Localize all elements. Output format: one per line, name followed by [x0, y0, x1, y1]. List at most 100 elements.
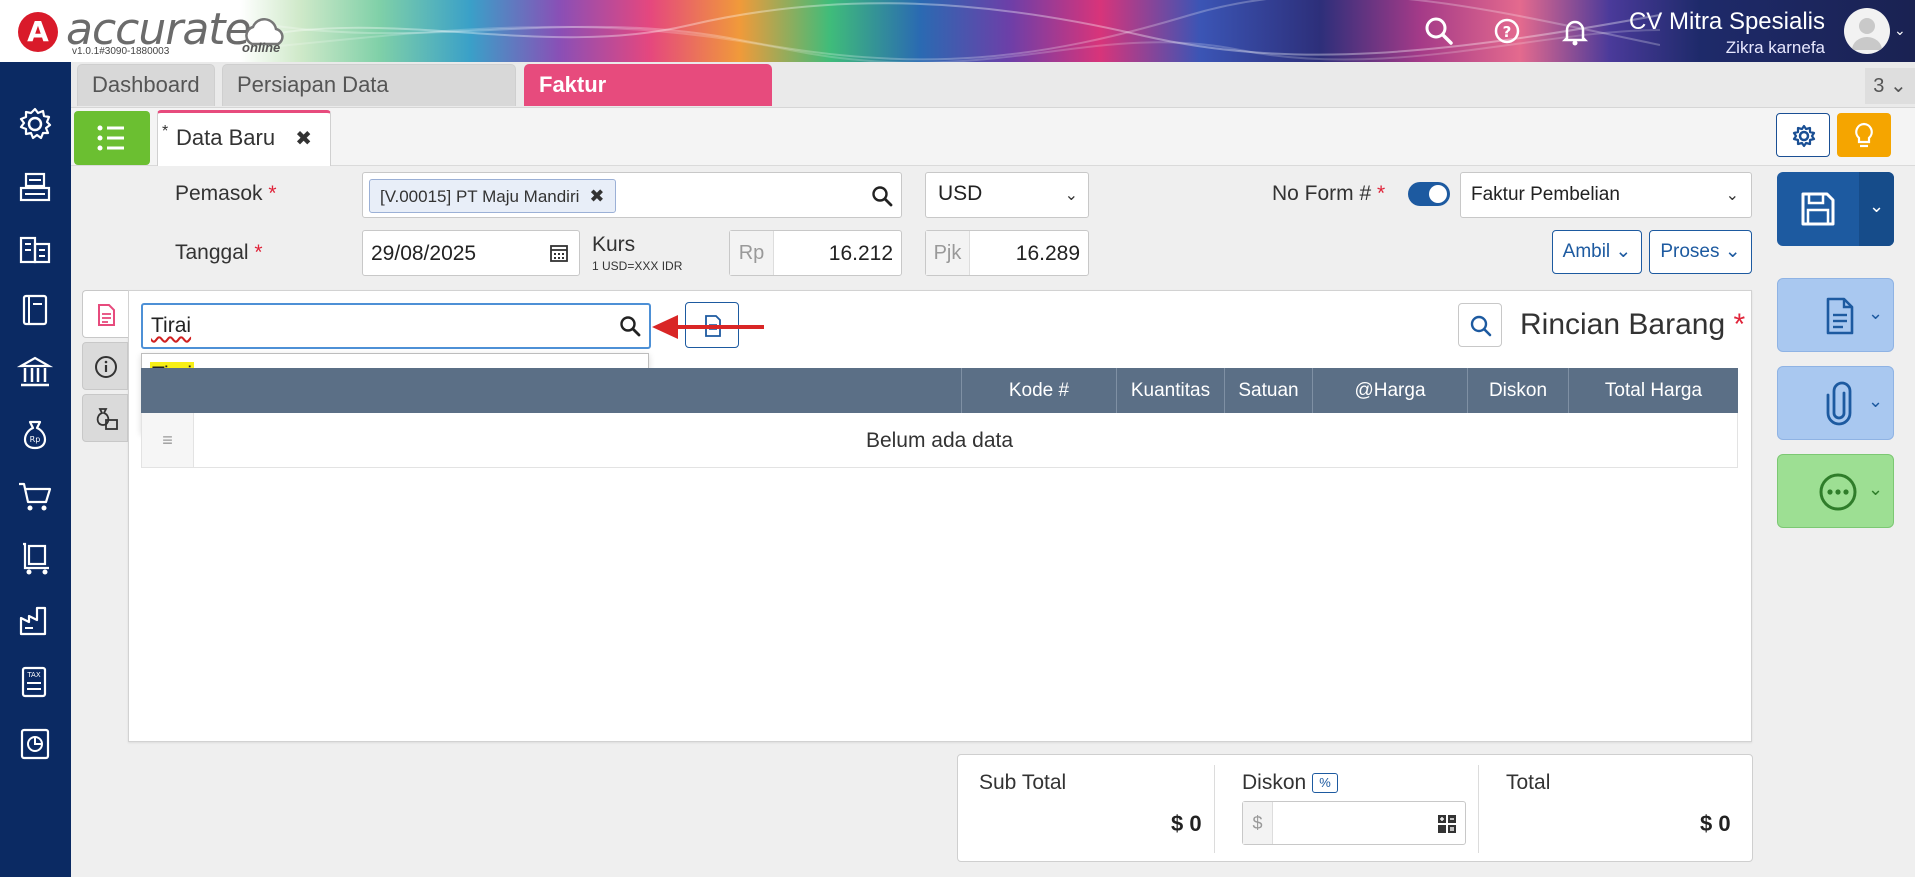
factory-icon[interactable] [15, 600, 55, 640]
chevron-down-icon[interactable]: ⌄ [1894, 22, 1906, 39]
column-header-diskon[interactable]: Diskon [1467, 368, 1568, 413]
label-text: Pemasok [175, 182, 263, 205]
column-header-harga[interactable]: @Harga [1312, 368, 1467, 413]
print-document-button[interactable]: ⌄ [1777, 278, 1894, 352]
list-icon [97, 125, 124, 151]
calendar-icon[interactable] [549, 243, 569, 263]
column-header-total-harga[interactable]: Total Harga [1568, 368, 1738, 413]
kurs-label: Kurs [592, 233, 636, 256]
svg-text:TAX: TAX [26, 671, 41, 679]
sidebar: Rp TAX [0, 62, 71, 877]
title-text: Rincian Barang [1520, 308, 1726, 341]
search-icon[interactable] [1420, 12, 1458, 50]
accurate-logo[interactable]: A accurate online v1.0.1#3090-1880003 [18, 4, 290, 58]
help-icon[interactable]: ? [1488, 12, 1526, 50]
cart-icon[interactable] [15, 476, 55, 516]
calculator-icon[interactable] [1437, 814, 1457, 834]
tab-dashboard[interactable]: Dashboard [77, 64, 215, 106]
pemasok-field[interactable]: [V.00015] PT Maju Mandiri ✖ [362, 172, 902, 218]
proses-button[interactable]: Proses ⌄ [1649, 230, 1752, 274]
svg-text:Rp: Rp [30, 435, 41, 444]
more-actions-button[interactable]: ⌄ [1777, 454, 1894, 528]
auto-number-toggle[interactable] [1408, 182, 1450, 206]
company-info[interactable]: CV Mitra Spesialis Zikra karnefa [1629, 8, 1825, 58]
document-icon [1826, 297, 1854, 335]
gear-icon[interactable] [15, 104, 55, 144]
close-icon[interactable]: ✖ [295, 128, 312, 150]
form-settings-button[interactable] [1776, 113, 1830, 157]
rp-prefix: Rp [730, 231, 774, 275]
user-name: Zikra karnefa [1725, 38, 1825, 57]
tab-biaya[interactable] [82, 394, 128, 442]
chevron-down-icon: ⌄ [1869, 196, 1885, 216]
chevron-down-icon: ⌄ [1064, 187, 1078, 204]
item-search-value: Tirai [151, 314, 192, 337]
tips-button[interactable] [1837, 113, 1891, 157]
tanggal-input[interactable]: 29/08/2025 [362, 230, 580, 276]
money-bag-icon[interactable]: Rp [15, 414, 55, 454]
button-label: Proses [1660, 241, 1720, 262]
tab-count-dropdown[interactable]: 3 ⌄ [1865, 68, 1915, 104]
save-button[interactable]: ⌄ [1777, 172, 1894, 246]
bell-icon[interactable] [1556, 12, 1594, 50]
tab-info[interactable] [82, 342, 128, 390]
column-header-satuan[interactable]: Satuan [1224, 368, 1312, 413]
gear-icon [1792, 124, 1816, 148]
more-icon [1819, 473, 1857, 511]
list-view-button[interactable] [74, 111, 150, 165]
logo-sub: online [242, 40, 281, 55]
tab-faktur-pembelian[interactable]: Faktur Pembelian✖ [524, 64, 772, 138]
kurs-rp-input[interactable]: Rp 16.212 [729, 230, 902, 276]
attachment-button[interactable]: ⌄ [1777, 366, 1894, 440]
rincian-search-button[interactable] [1458, 303, 1502, 347]
table-empty-row: ≡ Belum ada data [141, 413, 1738, 468]
items-table-header: Kode # Kuantitas Satuan @Harga Diskon To… [141, 368, 1738, 413]
report-chart-icon[interactable] [15, 724, 55, 764]
avatar[interactable] [1844, 8, 1890, 54]
remove-chip-icon[interactable]: ✖ [589, 186, 604, 206]
tax-document-icon[interactable]: TAX [15, 662, 55, 702]
kurs-pjk-input[interactable]: Pjk 16.289 [925, 230, 1089, 276]
book-icon[interactable] [15, 290, 55, 330]
tab-persiapan-data[interactable]: Persiapan Data Perusahaan [222, 64, 516, 137]
cash-register-icon[interactable] [15, 166, 55, 206]
subtab-data-baru[interactable]: * Data Baru ✖ [157, 110, 331, 166]
rp-value: 16.212 [828, 242, 893, 265]
building-icon[interactable] [15, 228, 55, 268]
search-icon[interactable] [619, 315, 641, 337]
totals-panel: Sub Total $ 0 Diskon% $ Total $ 0 [957, 754, 1753, 862]
diskon-percent-toggle[interactable]: % [1312, 773, 1338, 794]
tanggal-label: Tanggal * [175, 241, 263, 265]
subtotal-value: $ 0 [1171, 811, 1202, 836]
button-label: Ambil [1562, 241, 1611, 262]
bank-icon[interactable] [15, 352, 55, 392]
tab-rincian-barang[interactable] [82, 290, 128, 338]
save-options-button[interactable]: ⌄ [1859, 172, 1894, 246]
chevron-down-icon: ⌄ [1610, 241, 1632, 262]
form-type-select[interactable]: Faktur Pembelian ⌄ [1460, 172, 1752, 218]
rincian-title: Rincian Barang * [1520, 308, 1745, 342]
chevron-down-icon: ⌄ [1868, 479, 1884, 499]
column-header-kuantitas[interactable]: Kuantitas [1116, 368, 1224, 413]
ambil-button[interactable]: Ambil ⌄ [1552, 230, 1642, 274]
currency-select[interactable]: USD ⌄ [925, 172, 1089, 218]
svg-text:?: ? [1503, 23, 1512, 41]
chevron-down-icon: ⌄ [1719, 241, 1741, 262]
item-search-input[interactable]: Tirai [141, 303, 651, 349]
trolley-icon[interactable] [15, 538, 55, 578]
pemasok-chip[interactable]: [V.00015] PT Maju Mandiri ✖ [369, 179, 616, 213]
search-icon[interactable] [871, 185, 893, 207]
document-icon [98, 304, 115, 326]
cost-icon [96, 408, 118, 430]
chevron-down-icon: ⌄ [1725, 187, 1739, 204]
diskon-input[interactable]: $ [1242, 801, 1466, 845]
pemasok-label: Pemasok * [175, 182, 277, 206]
diskon-label: Diskon% [1242, 771, 1338, 795]
total-label: Total [1506, 771, 1551, 794]
required-marker: * [1377, 182, 1386, 205]
required-marker: * [268, 182, 277, 205]
empty-message: Belum ada data [865, 429, 1014, 452]
label-text: No Form # [1272, 182, 1372, 205]
pjk-value: 16.289 [1015, 242, 1080, 265]
column-header-kode[interactable]: Kode # [961, 368, 1116, 413]
